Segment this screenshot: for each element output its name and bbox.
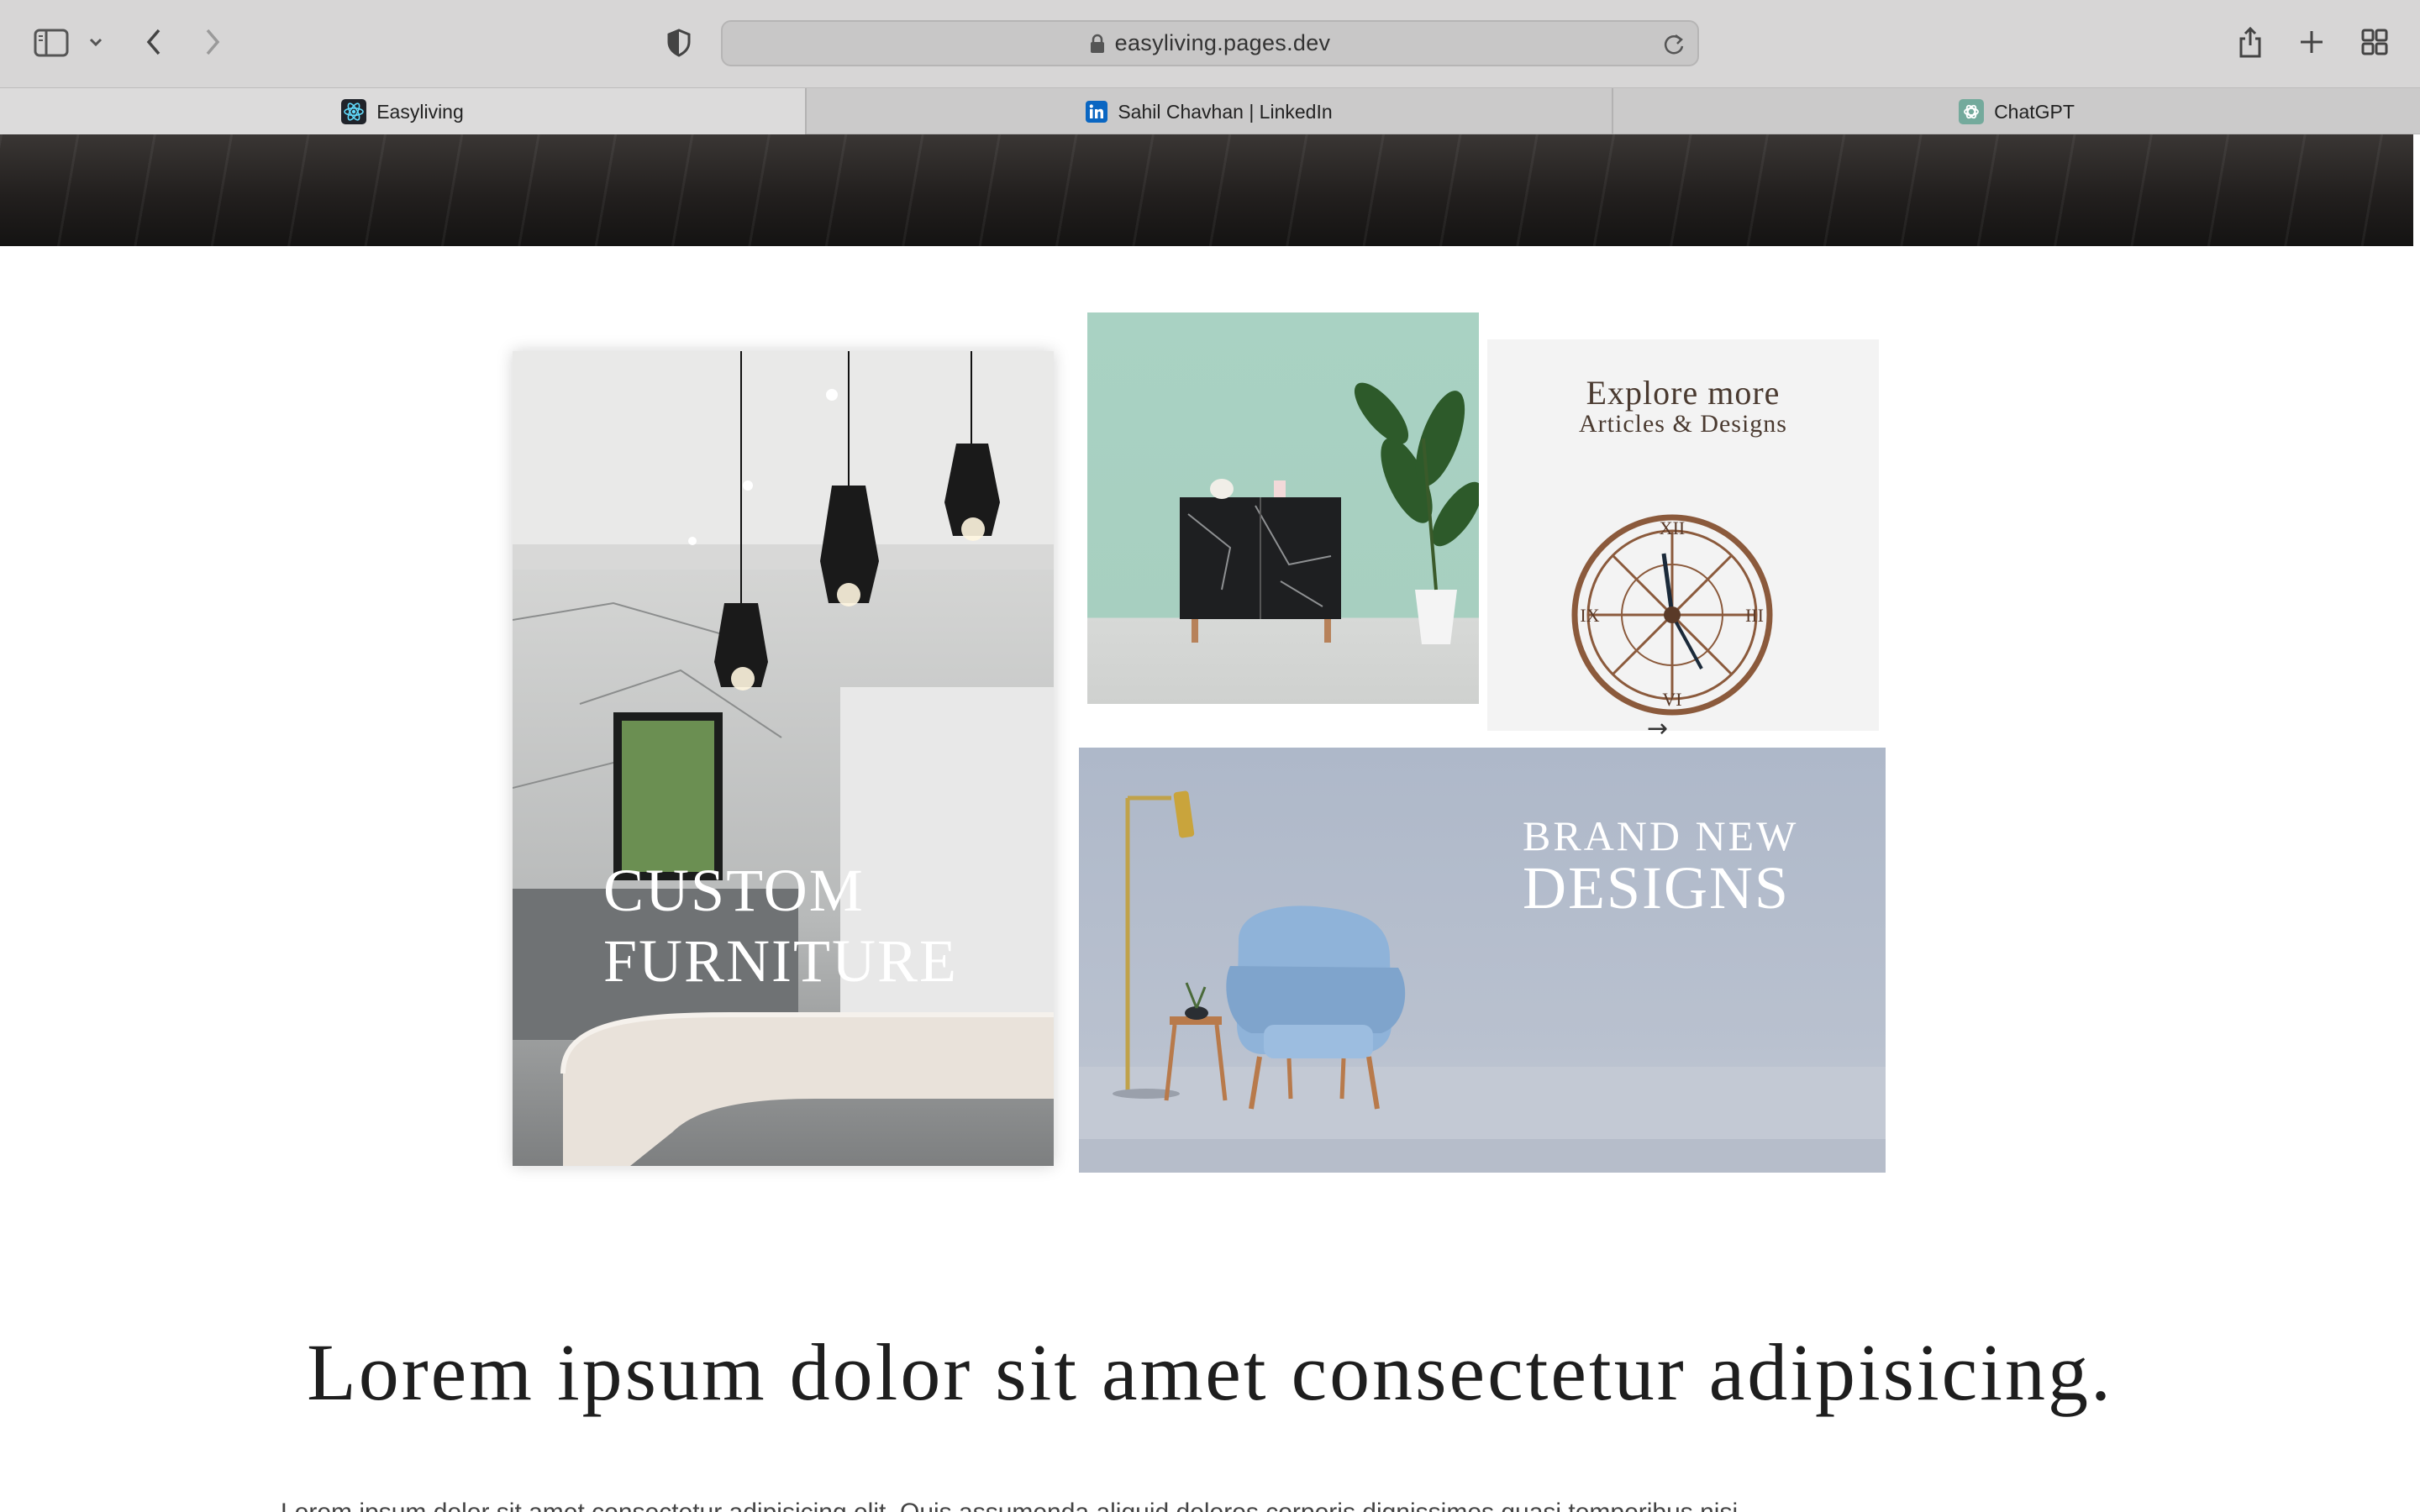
- reload-icon[interactable]: [1662, 32, 1686, 61]
- scrollbar-track: [2413, 134, 2420, 246]
- tab-chatgpt[interactable]: ChatGPT: [1613, 88, 2420, 135]
- privacy-shield-icon[interactable]: [664, 27, 694, 59]
- brand-new-line2: DESIGNS: [1523, 854, 1791, 921]
- custom-furniture-title: CUSTOM FURNITURE: [603, 855, 958, 996]
- back-icon[interactable]: [139, 25, 168, 59]
- svg-text:XII: XII: [1660, 517, 1686, 538]
- kitchen-illustration: [513, 351, 1054, 1166]
- lock-icon: [1090, 34, 1105, 54]
- share-icon[interactable]: [2235, 24, 2265, 60]
- custom-furniture-card[interactable]: CUSTOM FURNITURE: [513, 351, 1054, 1166]
- custom-furniture-line1: CUSTOM: [603, 857, 865, 924]
- tab-easyliving[interactable]: Easyliving: [0, 88, 805, 135]
- linkedin-icon: [1086, 101, 1108, 123]
- tab-linkedin[interactable]: Sahil Chavhan | LinkedIn: [807, 88, 1612, 135]
- svg-text:VI: VI: [1662, 689, 1681, 710]
- cabinet-card[interactable]: [1087, 312, 1479, 704]
- tab-label: ChatGPT: [1994, 100, 2075, 123]
- url-text: easyliving.pages.dev: [1114, 30, 1331, 55]
- brand-new-designs-card[interactable]: BRAND NEW DESIGNS: [1079, 748, 1886, 1173]
- wall-clock-icon: XII III VI IX: [1571, 514, 1773, 716]
- tab-overview-icon[interactable]: [2358, 25, 2391, 59]
- forward-icon[interactable]: [198, 25, 227, 59]
- hero-image-strip: [0, 134, 2413, 246]
- new-tab-icon[interactable]: [2296, 25, 2328, 59]
- chatgpt-icon: [1959, 99, 1985, 124]
- address-bar[interactable]: easyliving.pages.dev: [721, 20, 1699, 66]
- explore-card[interactable]: Explore more Articles & Designs XII III VI…: [1487, 339, 1879, 731]
- cabinet-illustration: [1180, 382, 1479, 644]
- tab-bar: Easyliving Sahil Chavhan | LinkedIn Chat…: [0, 87, 2420, 135]
- explore-arrow-icon[interactable]: →: [1647, 714, 1668, 743]
- svg-text:III: III: [1745, 605, 1764, 626]
- custom-furniture-line2: FURNITURE: [603, 927, 959, 995]
- section-paragraph: Lorem ipsum dolor sit amet consectetur a…: [281, 1499, 2146, 1512]
- sidebar-toggle-icon[interactable]: [32, 25, 71, 60]
- tab-label: Sahil Chavhan | LinkedIn: [1118, 100, 1333, 123]
- chevron-down-icon[interactable]: [84, 30, 108, 54]
- react-icon: [341, 99, 367, 124]
- section-headline: Lorem ipsum dolor sit amet consectetur a…: [307, 1327, 2113, 1417]
- browser-toolbar: easyliving.pages.dev: [0, 0, 2420, 87]
- svg-text:IX: IX: [1580, 605, 1599, 626]
- tab-label: Easyliving: [376, 100, 464, 123]
